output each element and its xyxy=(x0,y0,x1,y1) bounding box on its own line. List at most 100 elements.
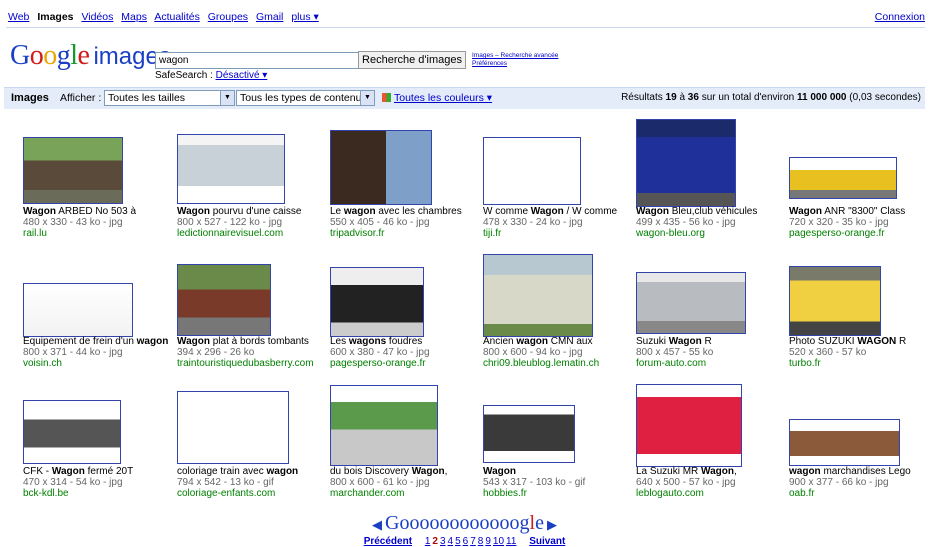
result-url[interactable]: wagon-bleu.org xyxy=(636,228,786,239)
result-thumbnail[interactable] xyxy=(330,267,424,337)
result-title[interactable]: Le wagon avec les chambres xyxy=(330,206,480,217)
result-title[interactable]: Les wagons foudres xyxy=(330,336,480,347)
result-title[interactable]: Wagon plat à bords tombants xyxy=(177,336,327,347)
result-thumbnail[interactable] xyxy=(789,157,897,199)
result-title[interactable]: du bois Discovery Wagon, xyxy=(330,466,480,477)
result-url[interactable]: coloriage-enfants.com xyxy=(177,488,327,499)
page-number[interactable]: 10 xyxy=(493,536,504,547)
result-thumbnail[interactable] xyxy=(177,391,289,464)
safesearch: SafeSearch : Désactivé ▾ xyxy=(155,70,267,81)
nav-more[interactable]: plus ▾ xyxy=(291,11,318,23)
type-select-value: Tous les types de contenu xyxy=(240,92,362,104)
result-meta: 720 x 320 - 35 ko - jpg xyxy=(789,217,889,228)
result-title[interactable]: Photo SUZUKI WAGON R xyxy=(789,336,929,347)
result-title[interactable]: wagon marchandises Lego xyxy=(789,466,929,477)
result-url[interactable]: leblogauto.com xyxy=(636,488,786,499)
safesearch-toggle[interactable]: Désactivé ▾ xyxy=(216,70,268,81)
result-title[interactable]: Equipement de frein d'un wagon xyxy=(23,336,173,347)
result-thumbnail[interactable] xyxy=(483,137,581,205)
page-number[interactable]: 1 xyxy=(425,536,431,547)
result-url[interactable]: bck-kdl.be xyxy=(23,488,173,499)
result-title[interactable]: Suzuki Wagon R xyxy=(636,336,786,347)
result-url[interactable]: hobbies.fr xyxy=(483,488,633,499)
result-title[interactable]: La Suzuki MR Wagon, xyxy=(636,466,786,477)
nav-web[interactable]: Web xyxy=(8,11,29,23)
page-number[interactable]: 8 xyxy=(478,536,484,547)
nav-images[interactable]: Images xyxy=(37,11,73,23)
show-label: Afficher : xyxy=(60,92,102,104)
result-title[interactable]: Wagon ANR "8300" Class xyxy=(789,206,929,217)
result-thumbnail[interactable] xyxy=(177,134,285,204)
result-caption: Wagon ANR "8300" Class 720 x 320 - 35 ko … xyxy=(789,206,929,239)
result-thumbnail[interactable] xyxy=(636,384,742,467)
result-meta: 800 x 527 - 122 ko - jpg xyxy=(177,217,283,228)
page-number[interactable]: 11 xyxy=(506,536,516,547)
result-url[interactable]: rail.lu xyxy=(23,228,173,239)
result-caption: Wagon plat à bords tombants 394 x 296 - 2… xyxy=(177,336,327,369)
result-thumbnail[interactable] xyxy=(330,385,438,466)
result-title[interactable]: CFK - Wagon fermé 20T xyxy=(23,466,173,477)
type-select[interactable]: Tous les types de contenu ▼ xyxy=(236,90,375,106)
nav-news[interactable]: Actualités xyxy=(154,11,200,23)
result-url[interactable]: traintouristiquedubasberry.com xyxy=(177,358,327,369)
prev-link[interactable]: Précédent xyxy=(364,536,412,547)
result-title[interactable]: Wagon xyxy=(483,466,633,477)
result-thumbnail[interactable] xyxy=(636,119,736,207)
result-thumbnail[interactable] xyxy=(789,419,900,466)
result-url[interactable]: tripadvisor.fr xyxy=(330,228,480,239)
nav-groups[interactable]: Groupes xyxy=(208,11,248,23)
result-url[interactable]: voisin.ch xyxy=(23,358,173,369)
google-images-logo[interactable]: Google images xyxy=(10,40,171,72)
result-thumbnail[interactable] xyxy=(23,137,123,204)
preferences-link[interactable]: Préférences xyxy=(472,60,558,68)
result-meta: 543 x 317 - 103 ko - gif xyxy=(483,477,586,488)
result-thumbnail[interactable] xyxy=(23,400,121,464)
result-thumbnail[interactable] xyxy=(789,266,881,336)
result-url[interactable]: turbo.fr xyxy=(789,358,929,369)
result-title[interactable]: Wagon pourvu d'une caisse xyxy=(177,206,327,217)
prev-arrow-icon[interactable]: ◀ xyxy=(372,517,382,532)
result-thumbnail[interactable] xyxy=(483,254,593,337)
search-input[interactable] xyxy=(155,52,359,69)
nav-videos[interactable]: Vidéos xyxy=(81,11,113,23)
result-caption: Photo SUZUKI WAGON R 520 x 360 - 57 ko tur… xyxy=(789,336,929,369)
next-link[interactable]: Suivant xyxy=(529,536,565,547)
result-thumbnail[interactable] xyxy=(483,405,575,463)
result-url[interactable]: chri09.bleublog.lematin.ch xyxy=(483,358,633,369)
result-url[interactable]: oab.fr xyxy=(789,488,929,499)
page-number[interactable]: 7 xyxy=(470,536,476,547)
search-button[interactable]: Recherche d'images xyxy=(358,51,466,69)
result-thumbnail[interactable] xyxy=(330,130,432,205)
result-url[interactable]: ledictionnairevisuel.com xyxy=(177,228,327,239)
result-url[interactable]: tiji.fr xyxy=(483,228,633,239)
page-number[interactable]: 5 xyxy=(455,536,461,547)
next-arrow-icon[interactable]: ▶ xyxy=(547,517,557,532)
result-meta: 800 x 371 - 44 ko - jpg xyxy=(23,347,123,358)
result-title[interactable]: W comme Wagon / W comme xyxy=(483,206,633,217)
colors-filter[interactable]: Toutes les couleurs ▾ xyxy=(382,92,492,104)
result-url[interactable]: forum-auto.com xyxy=(636,358,786,369)
result-url[interactable]: pagesperso-orange.fr xyxy=(789,228,929,239)
result-thumbnail[interactable] xyxy=(23,283,133,337)
size-select[interactable]: Toutes les tailles ▼ xyxy=(104,90,235,106)
result-thumbnail[interactable] xyxy=(177,264,271,336)
pager-goooogle: Goooooooooooogle xyxy=(385,512,544,534)
page-number[interactable]: 4 xyxy=(448,536,454,547)
page-number[interactable]: 3 xyxy=(440,536,446,547)
nav-gmail[interactable]: Gmail xyxy=(256,11,283,23)
signin-link[interactable]: Connexion xyxy=(875,11,925,23)
page-number[interactable]: 2 xyxy=(432,536,438,547)
result-url[interactable]: marchander.com xyxy=(330,488,480,499)
nav-maps[interactable]: Maps xyxy=(121,11,147,23)
result-meta: 600 x 380 - 47 ko - jpg xyxy=(330,347,430,358)
result-title[interactable]: coloriage train avec wagon xyxy=(177,466,327,477)
advanced-search-link[interactable]: Images – Recherche avancée xyxy=(472,52,558,60)
result-title[interactable]: Wagon ARBED No 503 à xyxy=(23,206,173,217)
page-number[interactable]: 6 xyxy=(463,536,469,547)
result-url[interactable]: pagesperso-orange.fr xyxy=(330,358,480,369)
page-number[interactable]: 9 xyxy=(485,536,491,547)
result-meta: 550 x 405 - 46 ko - jpg xyxy=(330,217,430,228)
result-title[interactable]: Ancien wagon CMN aux xyxy=(483,336,633,347)
result-title[interactable]: Wagon Bleu,club véhicules xyxy=(636,206,786,217)
result-thumbnail[interactable] xyxy=(636,272,746,334)
